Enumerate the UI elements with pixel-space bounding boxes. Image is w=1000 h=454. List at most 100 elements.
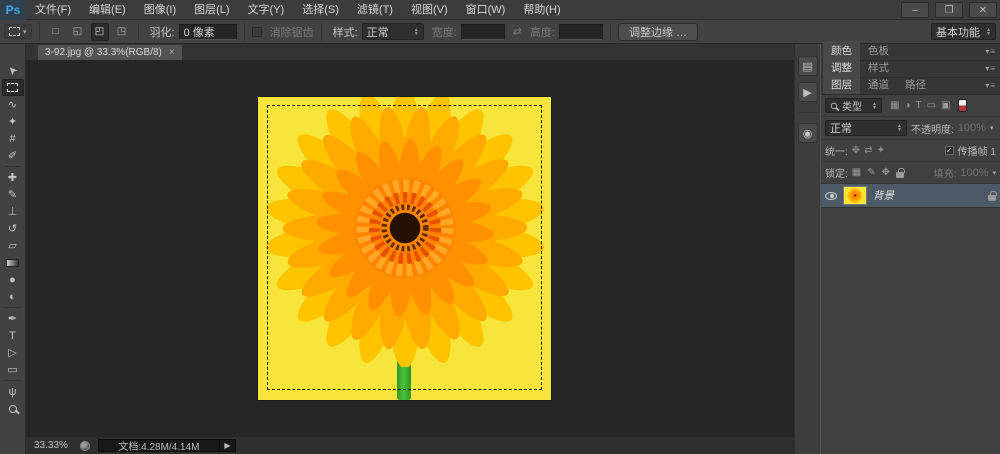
- intersect-selection-button[interactable]: ◳: [113, 23, 131, 41]
- antialias-label: 消除锯齿: [270, 24, 314, 40]
- filter-shape-layers-icon[interactable]: ▭: [927, 100, 936, 111]
- document-tab[interactable]: 3-92.jpg @ 33.3%(RGB/8) ×: [38, 45, 182, 60]
- pen-tool[interactable]: ✒: [2, 310, 24, 327]
- menu-file[interactable]: 文件(F): [26, 0, 80, 20]
- layer-filter-select[interactable]: 类型 ▲▼: [825, 98, 882, 113]
- lock-position-icon[interactable]: ✥: [882, 167, 890, 178]
- spot-healing-brush-tool[interactable]: ✚: [2, 169, 24, 186]
- menu-layer[interactable]: 图层(L): [185, 0, 238, 20]
- panel-menu-icon[interactable]: ▾≡: [985, 47, 996, 56]
- chevron-down-icon: ▾: [990, 124, 994, 132]
- clone-stamp-icon: ⊥: [8, 205, 18, 218]
- swap-dimensions-icon[interactable]: ⇄: [513, 25, 522, 38]
- style-value: 正常: [367, 24, 389, 40]
- canvas-area[interactable]: [26, 60, 794, 437]
- clone-stamp-tool[interactable]: ⊥: [2, 203, 24, 220]
- history-brush-tool[interactable]: ↺: [2, 220, 24, 237]
- blend-mode-select[interactable]: 正常 ▲▼: [825, 120, 907, 136]
- dodge-tool-icon: ◐: [9, 291, 16, 303]
- filter-type-layers-icon[interactable]: T: [915, 100, 921, 111]
- crop-tool[interactable]: #: [2, 130, 24, 147]
- lock-image-pixels-icon[interactable]: ✎: [867, 167, 875, 178]
- rectangle-shape-tool[interactable]: ▭: [2, 361, 24, 378]
- lasso-tool[interactable]: ∿: [2, 96, 24, 113]
- type-tool[interactable]: T: [2, 327, 24, 344]
- properties-panel-button[interactable]: ◉: [798, 123, 818, 143]
- quick-selection-tool[interactable]: ✦: [2, 113, 24, 130]
- new-selection-button[interactable]: □: [47, 23, 65, 41]
- refine-edge-button[interactable]: 调整边缘 …: [618, 23, 698, 41]
- move-tool[interactable]: ➤: [2, 62, 24, 79]
- add-to-selection-button[interactable]: ◱: [69, 23, 87, 41]
- document-image[interactable]: [258, 97, 551, 400]
- hand-tool[interactable]: ψ: [2, 383, 24, 400]
- lock-all-icon[interactable]: [896, 172, 904, 178]
- panel-menu-icon[interactable]: ▾≡: [985, 64, 996, 73]
- filter-pixel-layers-icon[interactable]: ▦: [890, 100, 899, 111]
- height-input[interactable]: [559, 24, 603, 40]
- panel-menu-icon[interactable]: ▾≡: [985, 81, 996, 90]
- updown-arrows-icon: ▲▼: [986, 28, 991, 36]
- eyedropper-tool[interactable]: ✐: [2, 147, 24, 164]
- status-expand-arrow[interactable]: ▶: [220, 439, 236, 452]
- expand-panels-button[interactable]: ▶: [798, 82, 818, 102]
- filter-smart-object-icon[interactable]: ▣: [941, 100, 950, 111]
- menu-select[interactable]: 选择(S): [293, 0, 348, 20]
- antialias-checkbox[interactable]: [252, 27, 262, 37]
- status-bar: 33.33% 文档:4.28M/4.14M ▶: [26, 437, 794, 454]
- close-button[interactable]: ✕: [969, 2, 997, 18]
- menu-window[interactable]: 窗口(W): [457, 0, 515, 20]
- menu-image[interactable]: 图像(I): [135, 0, 185, 20]
- path-selection-tool[interactable]: ▷: [2, 344, 24, 361]
- type-tool-icon: T: [9, 330, 16, 342]
- unify-position-icon[interactable]: ✥: [852, 145, 860, 156]
- lock-transparent-pixels-icon[interactable]: ▦: [852, 167, 861, 178]
- unify-visibility-icon[interactable]: ⇄: [864, 145, 872, 156]
- propagate-frame-checkbox[interactable]: ✓: [945, 146, 954, 155]
- lasso-tool-icon: ∿: [8, 98, 17, 111]
- zoom-level[interactable]: 33.33%: [34, 440, 68, 451]
- brush-tool-icon: ✎: [8, 188, 17, 201]
- minimize-button[interactable]: –: [901, 2, 929, 18]
- layer-visibility-eye-icon[interactable]: [825, 192, 837, 200]
- menu-filter[interactable]: 滤镜(T): [348, 0, 402, 20]
- search-icon: [831, 102, 837, 108]
- filter-adjustment-layers-icon[interactable]: ◑: [904, 100, 910, 111]
- zoom-tool[interactable]: [2, 400, 24, 417]
- layer-row-background[interactable]: 背景: [821, 184, 1000, 208]
- dodge-tool[interactable]: ◐: [2, 288, 24, 305]
- lock-row: 锁定: ▦ ✎ ✥ 填充: 100% ▾: [821, 162, 1000, 184]
- brush-tool[interactable]: ✎: [2, 186, 24, 203]
- menu-edit[interactable]: 编辑(E): [80, 0, 135, 20]
- rectangular-marquee-tool[interactable]: [2, 79, 24, 96]
- width-label: 宽度:: [432, 24, 457, 40]
- fill-value[interactable]: 100%: [960, 167, 988, 179]
- style-select[interactable]: 正常 ▲▼: [362, 23, 424, 40]
- layer-thumbnail[interactable]: [843, 186, 867, 205]
- gradient-tool[interactable]: [2, 254, 24, 271]
- menu-type[interactable]: 文字(Y): [239, 0, 294, 20]
- collapsed-panel-dock: ▤ ▶ ◉: [794, 44, 820, 454]
- filter-toggle-switch[interactable]: [958, 99, 967, 112]
- eraser-tool[interactable]: ▱: [2, 237, 24, 254]
- menu-help[interactable]: 帮助(H): [514, 0, 569, 20]
- blend-mode-value: 正常: [830, 120, 852, 136]
- tab-layers[interactable]: 图层: [823, 75, 860, 94]
- menu-view[interactable]: 视图(V): [402, 0, 457, 20]
- restore-button[interactable]: ❐: [935, 2, 963, 18]
- document-size-info[interactable]: 文档:4.28M/4.14M: [98, 439, 220, 452]
- tab-paths[interactable]: 路径: [897, 75, 934, 94]
- width-input[interactable]: [461, 24, 505, 40]
- tab-channels[interactable]: 通道: [860, 75, 897, 94]
- subtract-from-selection-button[interactable]: ◰: [91, 23, 109, 41]
- workspace-switcher[interactable]: 基本功能 ▲▼: [931, 23, 996, 40]
- history-panel-button[interactable]: ▤: [798, 56, 818, 76]
- tab-close-icon[interactable]: ×: [169, 47, 175, 58]
- healing-brush-icon: ✚: [8, 171, 17, 184]
- filter-type-value: 类型: [842, 98, 862, 113]
- opacity-value[interactable]: 100%: [958, 122, 986, 134]
- feather-input[interactable]: [179, 24, 237, 40]
- unify-style-icon[interactable]: ✦: [877, 145, 885, 156]
- tool-preset-picker[interactable]: ▾: [4, 24, 32, 39]
- blur-tool[interactable]: ●: [2, 271, 24, 288]
